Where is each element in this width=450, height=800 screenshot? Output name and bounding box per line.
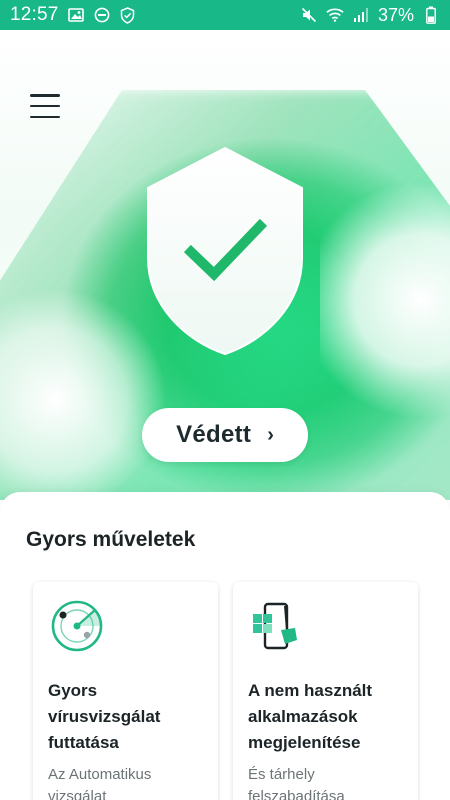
unused-apps-subtitle: És tárhely felszabadítása — [248, 766, 345, 800]
protection-status-button[interactable]: Védett › — [142, 408, 308, 462]
dnd-icon — [93, 6, 111, 24]
chevron-right-icon: › — [267, 423, 274, 446]
quick-scan-title: Gyors vírusvizsgálat futtatása — [48, 681, 161, 752]
quick-actions-title: Gyors műveletek — [26, 528, 196, 551]
signal-icon — [352, 6, 370, 24]
protection-status-label: Védett — [176, 421, 252, 448]
quick-scan-subtitle: Az Automatikus vizsgálat — [48, 766, 152, 800]
clock: 12:57 — [10, 4, 59, 25]
shield-check-icon — [147, 146, 303, 356]
shield-check-icon — [119, 6, 137, 24]
wifi-icon — [326, 6, 344, 24]
protection-hero: Védett › — [0, 30, 450, 500]
quick-scan-card[interactable]: Gyors vírusvizsgálat futtatása Az Automa… — [33, 582, 218, 800]
battery-percent: 37% — [377, 4, 414, 25]
image-icon — [67, 6, 85, 24]
hamburger-menu-icon[interactable] — [30, 94, 60, 118]
hero-glow-right — [320, 170, 450, 430]
radar-scan-icon — [51, 600, 103, 652]
mute-icon — [300, 6, 318, 24]
battery-icon — [422, 6, 440, 24]
status-bar: 12:57 37% — [0, 0, 450, 30]
unused-apps-title: A nem használt alkalmazások megjelenítés… — [248, 681, 373, 752]
unused-apps-card[interactable]: A nem használt alkalmazások megjelenítés… — [233, 582, 418, 800]
quick-actions-panel: Gyors műveletek Gyors vírusvizsgálat fut… — [0, 492, 450, 800]
app-cleanup-icon — [253, 602, 297, 650]
